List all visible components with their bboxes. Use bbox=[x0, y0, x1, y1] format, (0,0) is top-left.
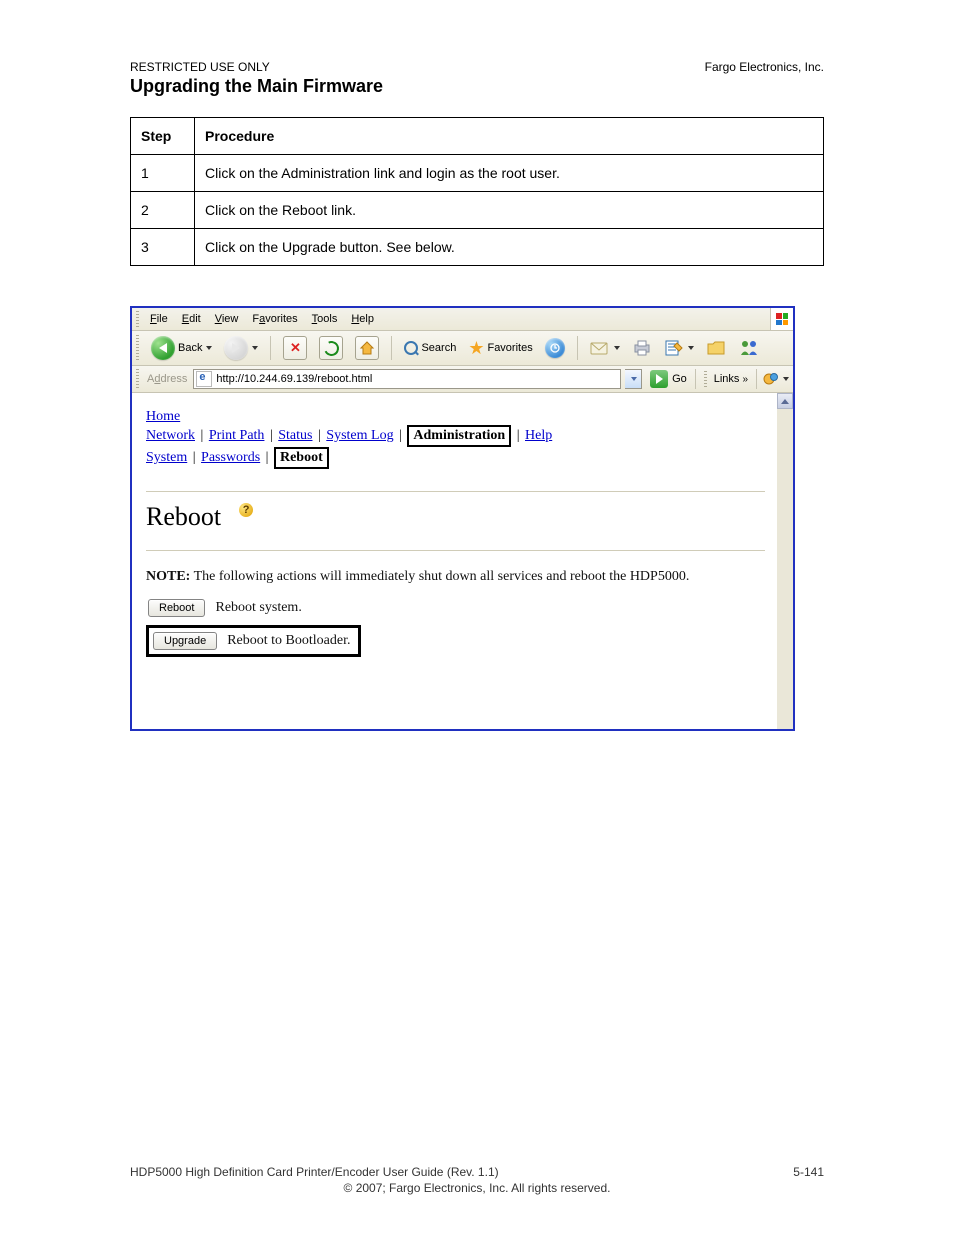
steps-table: Step Procedure 1 Click on the Administra… bbox=[130, 117, 824, 266]
forward-icon bbox=[224, 336, 248, 360]
nav-home[interactable]: Home bbox=[146, 409, 180, 424]
refresh-icon bbox=[319, 336, 343, 360]
back-icon bbox=[151, 336, 175, 360]
toolbar-grip bbox=[136, 311, 139, 327]
divider bbox=[146, 491, 765, 492]
toolbar-grip bbox=[704, 371, 707, 387]
browser-menubar: File Edit View Favorites Tools Help bbox=[132, 308, 793, 331]
page-content: Home Network | Print Path | Status | Sys… bbox=[132, 393, 793, 729]
upgrade-highlight-box: Upgrade Reboot to Bootloader. bbox=[146, 625, 361, 657]
search-button[interactable]: Search bbox=[400, 335, 460, 361]
go-button[interactable]: Go bbox=[646, 369, 691, 389]
address-bar: Address http://10.244.69.139/reboot.html… bbox=[132, 366, 793, 393]
page-icon bbox=[196, 371, 212, 387]
nav-help[interactable]: Help bbox=[525, 428, 552, 443]
history-icon bbox=[545, 338, 565, 358]
address-input[interactable]: http://10.244.69.139/reboot.html bbox=[193, 369, 621, 389]
go-icon bbox=[650, 370, 668, 388]
refresh-button[interactable] bbox=[315, 335, 347, 361]
section-heading: Upgrading the Main Firmware bbox=[130, 76, 824, 97]
home-icon bbox=[355, 336, 379, 360]
pre-header: RESTRICTED USE ONLY Fargo Electronics, I… bbox=[130, 60, 824, 74]
nav-print-path[interactable]: Print Path bbox=[209, 428, 265, 443]
address-dropdown-button[interactable] bbox=[625, 369, 642, 389]
links-menu[interactable]: Links » bbox=[695, 369, 752, 389]
chevron-down-icon bbox=[614, 346, 620, 350]
mail-icon bbox=[590, 340, 610, 356]
upgrade-button[interactable]: Upgrade bbox=[153, 632, 217, 650]
upgrade-description: Reboot to Bootloader. bbox=[227, 633, 350, 649]
extra-toolbar-icon[interactable] bbox=[756, 369, 793, 389]
windows-flag-icon bbox=[770, 308, 793, 330]
nav-system[interactable]: System bbox=[146, 450, 187, 465]
discuss-button[interactable] bbox=[702, 335, 730, 361]
edit-icon bbox=[664, 339, 684, 357]
toolbar-grip bbox=[136, 335, 139, 361]
table-row: 2 Click on the Reboot link. bbox=[131, 192, 824, 229]
chevron-down-icon bbox=[206, 346, 212, 350]
breadcrumb-nav: Home Network | Print Path | Status | Sys… bbox=[146, 409, 765, 469]
browser-toolbar: Back ✕ Search bbox=[132, 331, 793, 366]
page-footer: HDP5000 High Definition Card Printer/Enc… bbox=[130, 1165, 824, 1195]
forward-button[interactable] bbox=[220, 335, 262, 361]
reboot-row: Reboot Reboot system. bbox=[148, 599, 765, 617]
steps-header-step: Step bbox=[131, 118, 195, 155]
nav-system-log[interactable]: System Log bbox=[326, 428, 393, 443]
stop-icon: ✕ bbox=[283, 336, 307, 360]
menu-file[interactable]: File bbox=[143, 311, 175, 327]
menu-tools[interactable]: Tools bbox=[305, 311, 345, 327]
favorites-button[interactable]: ★ Favorites bbox=[464, 335, 536, 361]
star-icon: ★ bbox=[468, 339, 484, 357]
table-row: 1 Click on the Administration link and l… bbox=[131, 155, 824, 192]
nav-administration-highlighted[interactable]: Administration bbox=[407, 425, 511, 447]
browser-screenshot: File Edit View Favorites Tools Help Back bbox=[130, 306, 795, 731]
reboot-description: Reboot system. bbox=[215, 600, 301, 616]
page-title: Reboot bbox=[146, 502, 221, 532]
toolbar-grip bbox=[136, 369, 139, 389]
menu-edit[interactable]: Edit bbox=[175, 311, 208, 327]
print-icon bbox=[632, 339, 652, 357]
nav-reboot-highlighted[interactable]: Reboot bbox=[274, 447, 329, 469]
home-button[interactable] bbox=[351, 335, 383, 361]
edit-button[interactable] bbox=[660, 335, 698, 361]
scroll-up-button[interactable] bbox=[777, 393, 793, 409]
nav-status[interactable]: Status bbox=[278, 428, 312, 443]
steps-header-proc: Procedure bbox=[195, 118, 824, 155]
chevron-right-icon: » bbox=[742, 374, 748, 385]
address-label: Address bbox=[147, 373, 189, 385]
nav-passwords[interactable]: Passwords bbox=[201, 450, 260, 465]
page-title-row: Reboot ? bbox=[146, 502, 765, 532]
chevron-down-icon bbox=[631, 377, 637, 381]
messenger-button[interactable] bbox=[734, 335, 764, 361]
address-url: http://10.244.69.139/reboot.html bbox=[216, 373, 372, 385]
separator bbox=[391, 336, 392, 360]
footer-copyright: © 2007; Fargo Electronics, Inc. All righ… bbox=[130, 1181, 824, 1195]
nav-network[interactable]: Network bbox=[146, 428, 195, 443]
menu-view[interactable]: View bbox=[208, 311, 246, 327]
chevron-down-icon bbox=[252, 346, 258, 350]
people-icon bbox=[738, 339, 760, 357]
help-book-icon[interactable]: ? bbox=[227, 507, 253, 527]
folder-icon bbox=[706, 339, 726, 357]
separator bbox=[577, 336, 578, 360]
chevron-down-icon bbox=[688, 346, 694, 350]
search-icon bbox=[404, 341, 418, 355]
menu-favorites[interactable]: Favorites bbox=[245, 311, 304, 327]
back-button[interactable]: Back bbox=[147, 335, 216, 361]
mail-button[interactable] bbox=[586, 335, 624, 361]
globe-icon bbox=[763, 371, 779, 387]
chevron-down-icon bbox=[783, 377, 789, 381]
divider bbox=[146, 550, 765, 551]
reboot-button[interactable]: Reboot bbox=[148, 599, 205, 617]
note-line: NOTE: The following actions will immedia… bbox=[146, 569, 765, 585]
separator bbox=[270, 336, 271, 360]
table-row: 3 Click on the Upgrade button. See below… bbox=[131, 229, 824, 266]
print-button[interactable] bbox=[628, 335, 656, 361]
history-button[interactable] bbox=[541, 335, 569, 361]
footer-left: HDP5000 High Definition Card Printer/Enc… bbox=[130, 1165, 499, 1179]
menu-help[interactable]: Help bbox=[344, 311, 381, 327]
stop-button[interactable]: ✕ bbox=[279, 335, 311, 361]
footer-right: 5-141 bbox=[793, 1165, 824, 1179]
